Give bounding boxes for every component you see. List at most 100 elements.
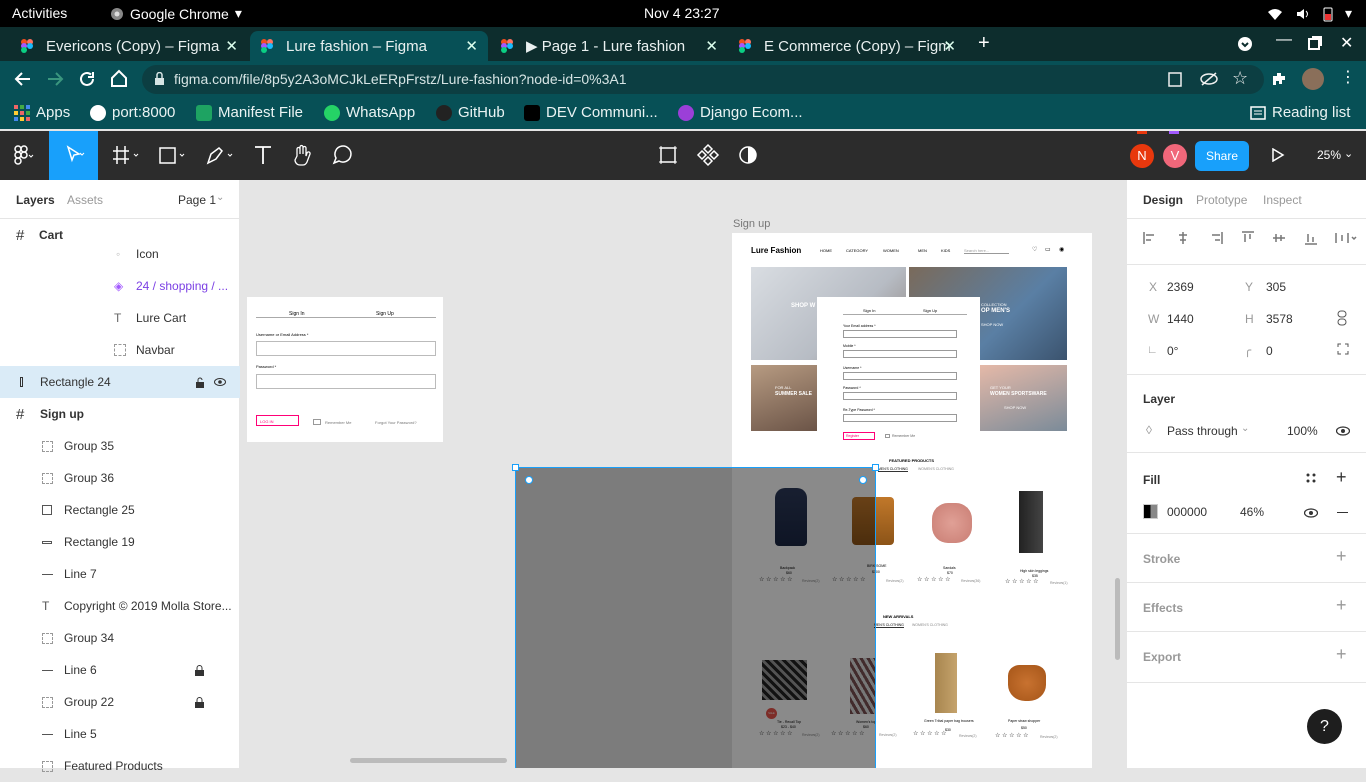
system-tray[interactable]: ▾ — [1267, 5, 1352, 22]
layer-row[interactable]: # Sign up — [0, 398, 240, 430]
lock-icon[interactable] — [195, 696, 204, 708]
resize-handle[interactable] — [512, 464, 519, 471]
layer-row[interactable]: Group 34 — [0, 622, 240, 654]
rotation-field[interactable]: 0° — [1167, 344, 1178, 358]
close-window-icon[interactable]: ✕ — [1340, 33, 1353, 53]
layer-row[interactable]: T Copyright © 2019 Molla Store... — [0, 590, 240, 622]
align-left-icon[interactable] — [1143, 231, 1157, 245]
bookmark-github[interactable]: GitHub — [436, 104, 505, 121]
page-selector[interactable]: Page 1 — [178, 193, 216, 207]
layer-row-selected[interactable]: Rectangle 24 — [0, 366, 240, 398]
remove-fill-icon[interactable] — [1337, 512, 1348, 513]
present-icon[interactable] — [1271, 148, 1285, 162]
layers-tab[interactable]: Layers — [16, 193, 55, 207]
width-field[interactable]: 1440 — [1167, 312, 1194, 326]
align-right-icon[interactable] — [1209, 231, 1223, 245]
reload-icon[interactable] — [78, 70, 96, 88]
rectangle-tool-icon[interactable] — [158, 143, 185, 167]
text-tool-icon[interactable] — [251, 143, 275, 167]
home-icon[interactable] — [110, 69, 128, 87]
close-icon[interactable]: ✕ — [705, 37, 718, 55]
move-tool[interactable] — [49, 131, 98, 180]
browser-tab[interactable]: Evericons (Copy) – Figma ✕ — [10, 31, 248, 61]
menu-dots-icon[interactable]: ⋮ — [1340, 67, 1356, 87]
align-bottom-icon[interactable] — [1304, 231, 1318, 245]
corner-radius-handle[interactable] — [525, 476, 533, 484]
profile-avatar[interactable] — [1302, 68, 1324, 90]
close-icon[interactable]: ✕ — [943, 37, 956, 55]
hand-tool-icon[interactable] — [290, 143, 314, 167]
eye-icon[interactable] — [1336, 426, 1350, 436]
unlock-icon[interactable] — [196, 377, 206, 388]
browser-tab[interactable]: E Commerce (Copy) – Figm ✕ — [728, 31, 966, 61]
design-canvas[interactable]: Sign In Sign Up Username or Email Addres… — [240, 180, 1126, 768]
layer-row[interactable]: Line 6 — [0, 654, 240, 686]
align-center-v-icon[interactable] — [1272, 231, 1286, 245]
layer-row[interactable]: Line 7 — [0, 558, 240, 590]
tab-inspect[interactable]: Inspect — [1263, 193, 1302, 207]
frame-label[interactable]: Sign up — [733, 218, 770, 230]
layer-row[interactable]: Navbar — [0, 334, 240, 366]
layer-row[interactable]: T Lure Cart — [0, 302, 240, 334]
activities-button[interactable]: Activities — [12, 5, 67, 21]
collaborator-avatar[interactable]: V — [1163, 144, 1187, 168]
crop-icon[interactable] — [656, 143, 680, 167]
browser-tab[interactable]: ▶ Page 1 - Lure fashion ✕ — [490, 31, 728, 61]
eye-icon[interactable] — [214, 378, 226, 386]
layer-row[interactable]: ◦ Icon — [0, 238, 240, 270]
back-icon[interactable] — [14, 70, 32, 88]
color-swatch[interactable] — [1143, 504, 1158, 519]
new-tab-icon[interactable]: + — [978, 32, 990, 55]
layer-row[interactable]: Rectangle 25 — [0, 494, 240, 526]
add-export-icon[interactable]: + — [1336, 644, 1347, 665]
clock[interactable]: Nov 4 23:27 — [644, 5, 720, 21]
components-icon[interactable] — [696, 143, 720, 167]
browser-tab-active[interactable]: Lure fashion – Figma ✕ — [250, 31, 488, 61]
layer-row[interactable]: Group 22 — [0, 686, 240, 718]
forward-icon[interactable] — [46, 70, 64, 88]
horizontal-scrollbar[interactable] — [350, 758, 507, 763]
app-menu[interactable]: Google Chrome ▾ — [110, 5, 242, 22]
frame-tool-icon[interactable] — [110, 143, 139, 167]
vertical-scrollbar[interactable] — [1115, 578, 1120, 660]
eye-icon[interactable] — [1304, 508, 1318, 518]
align-top-icon[interactable] — [1241, 231, 1255, 245]
omnibox[interactable]: figma.com/file/8p5y2A3oMCJkLeERpFrstz/Lu… — [142, 65, 1264, 94]
comment-tool-icon[interactable] — [330, 143, 354, 167]
clipboard-icon[interactable] — [1168, 71, 1182, 87]
login-frame[interactable]: Sign In Sign Up Username or Email Addres… — [247, 297, 443, 442]
height-field[interactable]: 3578 — [1266, 312, 1293, 326]
distribute-icon[interactable] — [1335, 231, 1357, 245]
fill-hex-field[interactable]: 000000 — [1167, 505, 1207, 519]
eye-off-icon[interactable] — [1200, 71, 1218, 87]
layer-row[interactable]: Line 5 — [0, 718, 240, 750]
add-fill-icon[interactable]: + — [1336, 467, 1347, 488]
tab-design[interactable]: Design — [1143, 193, 1183, 207]
figma-menu-icon[interactable] — [10, 143, 34, 167]
opacity-field[interactable]: 100% — [1287, 424, 1318, 438]
help-button[interactable]: ? — [1307, 709, 1342, 744]
add-stroke-icon[interactable]: + — [1336, 546, 1347, 567]
independent-corners-icon[interactable] — [1337, 343, 1349, 355]
collaborator-avatar[interactable]: N — [1130, 144, 1154, 168]
bookmark-port[interactable]: port:8000 — [90, 104, 175, 121]
layer-row[interactable]: Rectangle 19 — [0, 526, 240, 558]
radius-field[interactable]: 0 — [1266, 344, 1273, 358]
style-grid-icon[interactable] — [1305, 472, 1317, 484]
layer-row[interactable]: Group 35 — [0, 430, 240, 462]
bookmark-whatsapp[interactable]: WhatsApp — [324, 104, 415, 121]
pen-tool-icon[interactable] — [204, 143, 233, 167]
corner-radius-handle[interactable] — [859, 476, 867, 484]
blend-mode-select[interactable]: Pass through — [1167, 424, 1238, 438]
tab-prototype[interactable]: Prototype — [1196, 193, 1247, 207]
layer-row[interactable]: ◈ 24 / shopping / ... — [0, 270, 240, 302]
selected-rectangle[interactable] — [512, 464, 879, 768]
bookmark-manifest[interactable]: Manifest File — [196, 104, 303, 121]
add-effect-icon[interactable]: + — [1336, 595, 1347, 616]
resize-handle[interactable] — [872, 464, 879, 471]
close-icon[interactable]: ✕ — [225, 37, 238, 55]
contrast-icon[interactable] — [736, 143, 760, 167]
assets-tab[interactable]: Assets — [67, 193, 103, 207]
align-center-h-icon[interactable] — [1176, 231, 1190, 245]
zoom-level[interactable]: 25% — [1317, 148, 1341, 162]
